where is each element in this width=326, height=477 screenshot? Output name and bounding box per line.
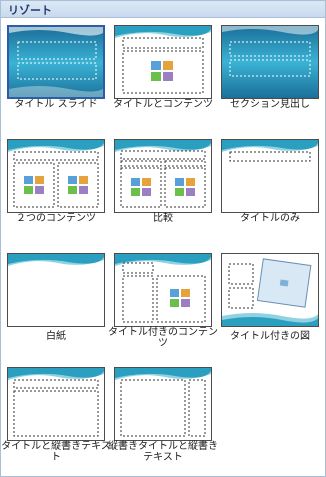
layout-label: 縦書きタイトルと縦書きテキスト (108, 441, 218, 463)
layout-thumbnail (7, 253, 105, 327)
layout-thumbnail (221, 139, 319, 213)
gallery-header: リゾート (1, 1, 325, 18)
layout-thumbnail (114, 25, 212, 99)
layout-label: 白紙 (46, 331, 66, 342)
layout-label: タイトル スライド (14, 99, 98, 110)
layout-thumbnail (114, 253, 212, 327)
title-slide-preview (9, 27, 103, 97)
two-content-preview (8, 140, 104, 208)
gallery-title: リゾート (8, 4, 52, 17)
content-caption-preview (115, 254, 211, 323)
layout-thumbnail (7, 25, 105, 99)
layout-label: タイトルのみ (240, 213, 300, 224)
blank-preview (8, 254, 104, 266)
title-vertical-text-preview (8, 368, 104, 437)
layout-label: 比較 (153, 213, 173, 224)
layout-thumbnail (221, 253, 319, 327)
layout-thumbnail (7, 367, 105, 441)
content-placeholder-icon (170, 289, 190, 307)
layout-label: タイトル付きの図 (230, 331, 310, 342)
content-placeholder-icon (151, 61, 173, 81)
layout-gallery: リゾート タイトル スライド タイトルとコンテンツ セクション見出し ２つのコン… (0, 0, 326, 477)
section-header-preview (222, 26, 318, 98)
layout-thumbnail (114, 139, 212, 213)
layout-label: タイトルとコンテンツ (113, 99, 213, 110)
layout-label: セクション見出し (230, 99, 310, 110)
title-content-preview (115, 26, 211, 94)
layout-label: ２つのコンテンツ (16, 213, 96, 224)
layout-thumbnail (114, 367, 212, 441)
picture-caption-preview (222, 258, 318, 326)
layout-label: タイトル付きのコンテンツ (108, 327, 218, 349)
picture-placeholder-icon (256, 258, 312, 308)
layout-thumbnail (221, 25, 319, 99)
content-placeholder-icon (24, 176, 88, 194)
title-only-preview (222, 140, 318, 162)
layout-thumbnail (7, 139, 105, 213)
vertical-title-text-preview (115, 368, 211, 437)
comparison-preview (115, 140, 211, 208)
layout-label: タイトルと縦書きテキスト (1, 441, 111, 463)
content-placeholder-icon (131, 178, 195, 196)
